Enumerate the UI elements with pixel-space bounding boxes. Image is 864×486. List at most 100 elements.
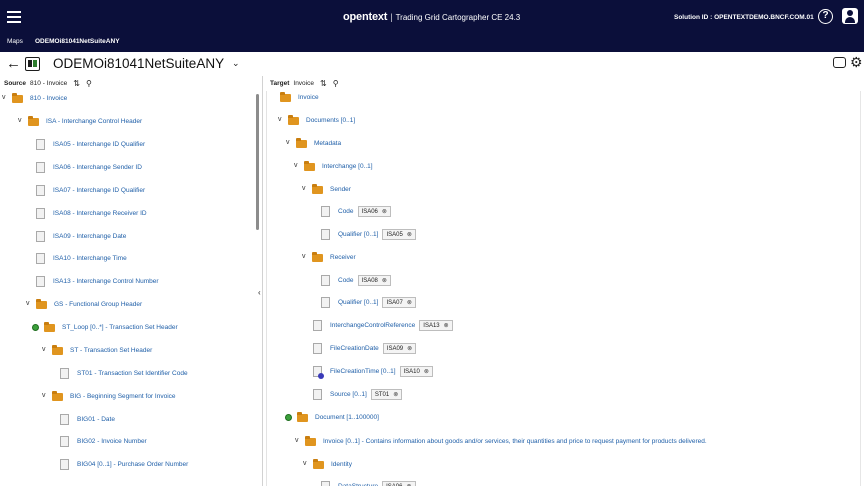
tree-node-label[interactable]: Documents [0..1] [306, 117, 355, 124]
remove-mapping-icon[interactable]: ⊗ [393, 391, 398, 398]
chevron-down-icon[interactable]: v [302, 253, 306, 260]
tree-node-label[interactable]: ISA09 - Interchange Date [53, 233, 126, 240]
tree-node-label[interactable]: ISA - Interchange Control Header [46, 118, 142, 125]
tree-node-label[interactable]: BIG01 - Date [77, 416, 115, 423]
remove-mapping-icon[interactable]: ⊗ [407, 345, 412, 352]
source-tree-row[interactable]: v ISA - Interchange Control Header [18, 115, 142, 128]
source-tree-row[interactable]: ISA05 - Interchange ID Qualifier [36, 138, 145, 151]
tree-node-label[interactable]: InterchangeControlReference [330, 322, 415, 329]
comment-icon[interactable] [833, 57, 846, 68]
mapping-chip[interactable]: ISA08 ⊗ [357, 275, 391, 286]
target-tree-row[interactable]: v Interchange [0..1] [294, 160, 373, 173]
mapping-chip[interactable]: ISA06⊗ [382, 481, 416, 486]
target-tree-row[interactable]: FileCreationTime [0..1] ISA10 ⊗ [313, 365, 433, 379]
chevron-down-icon[interactable]: v [278, 116, 282, 123]
chevron-down-icon[interactable]: v [42, 392, 46, 399]
remove-mapping-icon[interactable]: ⊗ [382, 208, 387, 215]
mapping-chip[interactable]: ISA13 ⊗ [419, 320, 453, 331]
collapse-handle-icon[interactable]: ‹ [258, 288, 261, 297]
source-tree-row[interactable]: BIG01 - Date [60, 413, 115, 426]
tree-node-label[interactable]: ISA13 - Interchange Control Number [53, 278, 159, 285]
mapping-chip[interactable]: ISA07 ⊗ [382, 297, 416, 308]
remove-mapping-icon[interactable]: ⊗ [407, 299, 412, 306]
tree-node-label[interactable]: Receiver [330, 254, 356, 261]
target-tree-row[interactable]: Source [0..1] ST01 ⊗ [313, 388, 403, 401]
source-tree-row[interactable]: ISA10 - Interchange Time [36, 252, 127, 265]
chevron-down-icon[interactable]: v [2, 94, 6, 101]
mapping-chip[interactable]: ISA10 ⊗ [399, 366, 433, 377]
help-icon[interactable]: ? [818, 9, 833, 24]
source-tree-row[interactable]: ISA06 - Interchange Sender ID [36, 161, 142, 174]
tree-node-label[interactable]: ISA08 - Interchange Receiver ID [53, 210, 147, 217]
tree-node-label[interactable]: Metadata [314, 140, 341, 147]
target-tree-row[interactable]: v Documents [0..1] [278, 114, 355, 127]
mapping-chip[interactable]: ST01 ⊗ [370, 389, 403, 400]
tree-node-label[interactable]: BIG04 [0..1] - Purchase Order Number [77, 461, 188, 468]
tree-node-label[interactable]: Qualifier [0..1] [338, 231, 378, 238]
tree-node-label[interactable]: Document [1..100000] [315, 414, 379, 421]
tree-node-label[interactable]: ST01 - Transaction Set Identifier Code [77, 370, 188, 377]
chevron-down-icon[interactable]: ⌄ [232, 58, 240, 69]
hamburger-menu-icon[interactable] [7, 11, 21, 23]
target-tree-row[interactable]: v Metadata [286, 137, 341, 150]
chevron-down-icon[interactable]: v [302, 185, 306, 192]
target-tree-row[interactable]: Qualifier [0..1] ISA05 ⊗ [321, 228, 416, 241]
source-tree-row[interactable]: v 810 - Invoice [2, 92, 67, 105]
chevron-down-icon[interactable]: v [303, 460, 307, 467]
tree-node-label[interactable]: GS - Functional Group Header [54, 301, 142, 308]
tree-node-label[interactable]: ISA10 - Interchange Time [53, 255, 127, 262]
mapping-chip[interactable]: ISA09 ⊗ [382, 343, 417, 354]
tree-node-label[interactable]: BIG02 - Invoice Number [77, 438, 147, 445]
chevron-down-icon[interactable]: v [294, 162, 298, 169]
target-tree-row[interactable]: Qualifier [0..1] ISA07 ⊗ [321, 296, 416, 309]
target-tree-row[interactable]: InterchangeControlReference ISA13 ⊗ [313, 319, 453, 332]
target-tree-row[interactable]: v Receiver [302, 251, 356, 264]
target-tree-row[interactable]: FileCreationDate ISA09 ⊗ [313, 342, 417, 355]
user-icon[interactable] [842, 8, 858, 24]
chevron-down-icon[interactable]: v [286, 139, 290, 146]
tree-node-label[interactable]: ST - Transaction Set Header [70, 347, 152, 354]
source-tree-row[interactable]: ISA07 - Interchange ID Qualifier [36, 184, 145, 197]
remove-mapping-icon[interactable]: ⊗ [382, 277, 387, 284]
remove-mapping-icon[interactable]: ⊗ [444, 322, 449, 329]
tree-node-label[interactable]: Invoice [0..1] - Contains information ab… [323, 438, 707, 445]
remove-mapping-icon[interactable]: ⊗ [407, 231, 412, 238]
chevron-down-icon[interactable]: v [18, 117, 22, 124]
tree-node-label[interactable]: Identity [331, 461, 352, 468]
remove-mapping-icon[interactable]: ⊗ [424, 368, 429, 375]
tree-node-label[interactable]: FileCreationTime [0..1] [330, 368, 396, 375]
tree-node-label[interactable]: Interchange [0..1] [322, 163, 373, 170]
tree-node-label[interactable]: BIG - Beginning Segment for Invoice [70, 393, 176, 400]
chevron-down-icon[interactable]: v [295, 437, 299, 444]
search-icon[interactable]: ⚲ [333, 79, 339, 88]
target-tree-row[interactable]: DataStructureISA06⊗ [321, 480, 416, 486]
tree-node-label[interactable]: Source [0..1] [330, 391, 367, 398]
source-tree-row[interactable]: ST_Loop [0..*] - Transaction Set Header [32, 321, 178, 334]
search-icon[interactable]: ⚲ [86, 79, 92, 88]
tree-node-label[interactable]: Code [338, 277, 354, 284]
source-tree-row[interactable]: v ST - Transaction Set Header [42, 344, 152, 357]
target-tree-row[interactable]: Code ISA08 ⊗ [321, 274, 391, 287]
tree-node-label[interactable]: FileCreationDate [330, 345, 379, 352]
mapping-chip[interactable]: ISA06⊗ [357, 206, 391, 217]
source-tree-row[interactable]: ISA13 - Interchange Control Number [36, 275, 159, 288]
gear-icon[interactable]: ⚙ [850, 55, 863, 69]
tree-node-label[interactable]: ST_Loop [0..*] - Transaction Set Header [62, 324, 178, 331]
tree-node-label[interactable]: Invoice [298, 94, 319, 101]
sort-icon[interactable]: ⇅ [73, 79, 80, 88]
target-tree-row[interactable]: Invoice [280, 91, 319, 104]
tree-node-label[interactable]: Code [338, 208, 354, 215]
target-tree-row[interactable]: Document [1..100000] [285, 411, 379, 424]
source-tree-row[interactable]: v BIG - Beginning Segment for Invoice [42, 390, 176, 403]
target-tree-row[interactable]: v Identity [303, 458, 352, 471]
target-tree-row[interactable]: v Invoice [0..1] - Contains information a… [295, 435, 707, 448]
target-tree-row[interactable]: Code ISA06 ⊗ [321, 205, 391, 218]
source-tree-row[interactable]: ST01 - Transaction Set Identifier Code [60, 367, 188, 380]
tree-node-label[interactable]: ISA06 - Interchange Sender ID [53, 164, 142, 171]
chevron-down-icon[interactable]: v [42, 346, 46, 353]
breadcrumb-maps[interactable]: Maps [7, 38, 23, 45]
tree-node-label[interactable]: ISA07 - Interchange ID Qualifier [53, 187, 145, 194]
source-tree-row[interactable]: BIG02 - Invoice Number [60, 435, 147, 448]
source-tree-row[interactable]: BIG04 [0..1] - Purchase Order Number [60, 458, 188, 471]
tree-node-label[interactable]: 810 - Invoice [30, 95, 67, 102]
